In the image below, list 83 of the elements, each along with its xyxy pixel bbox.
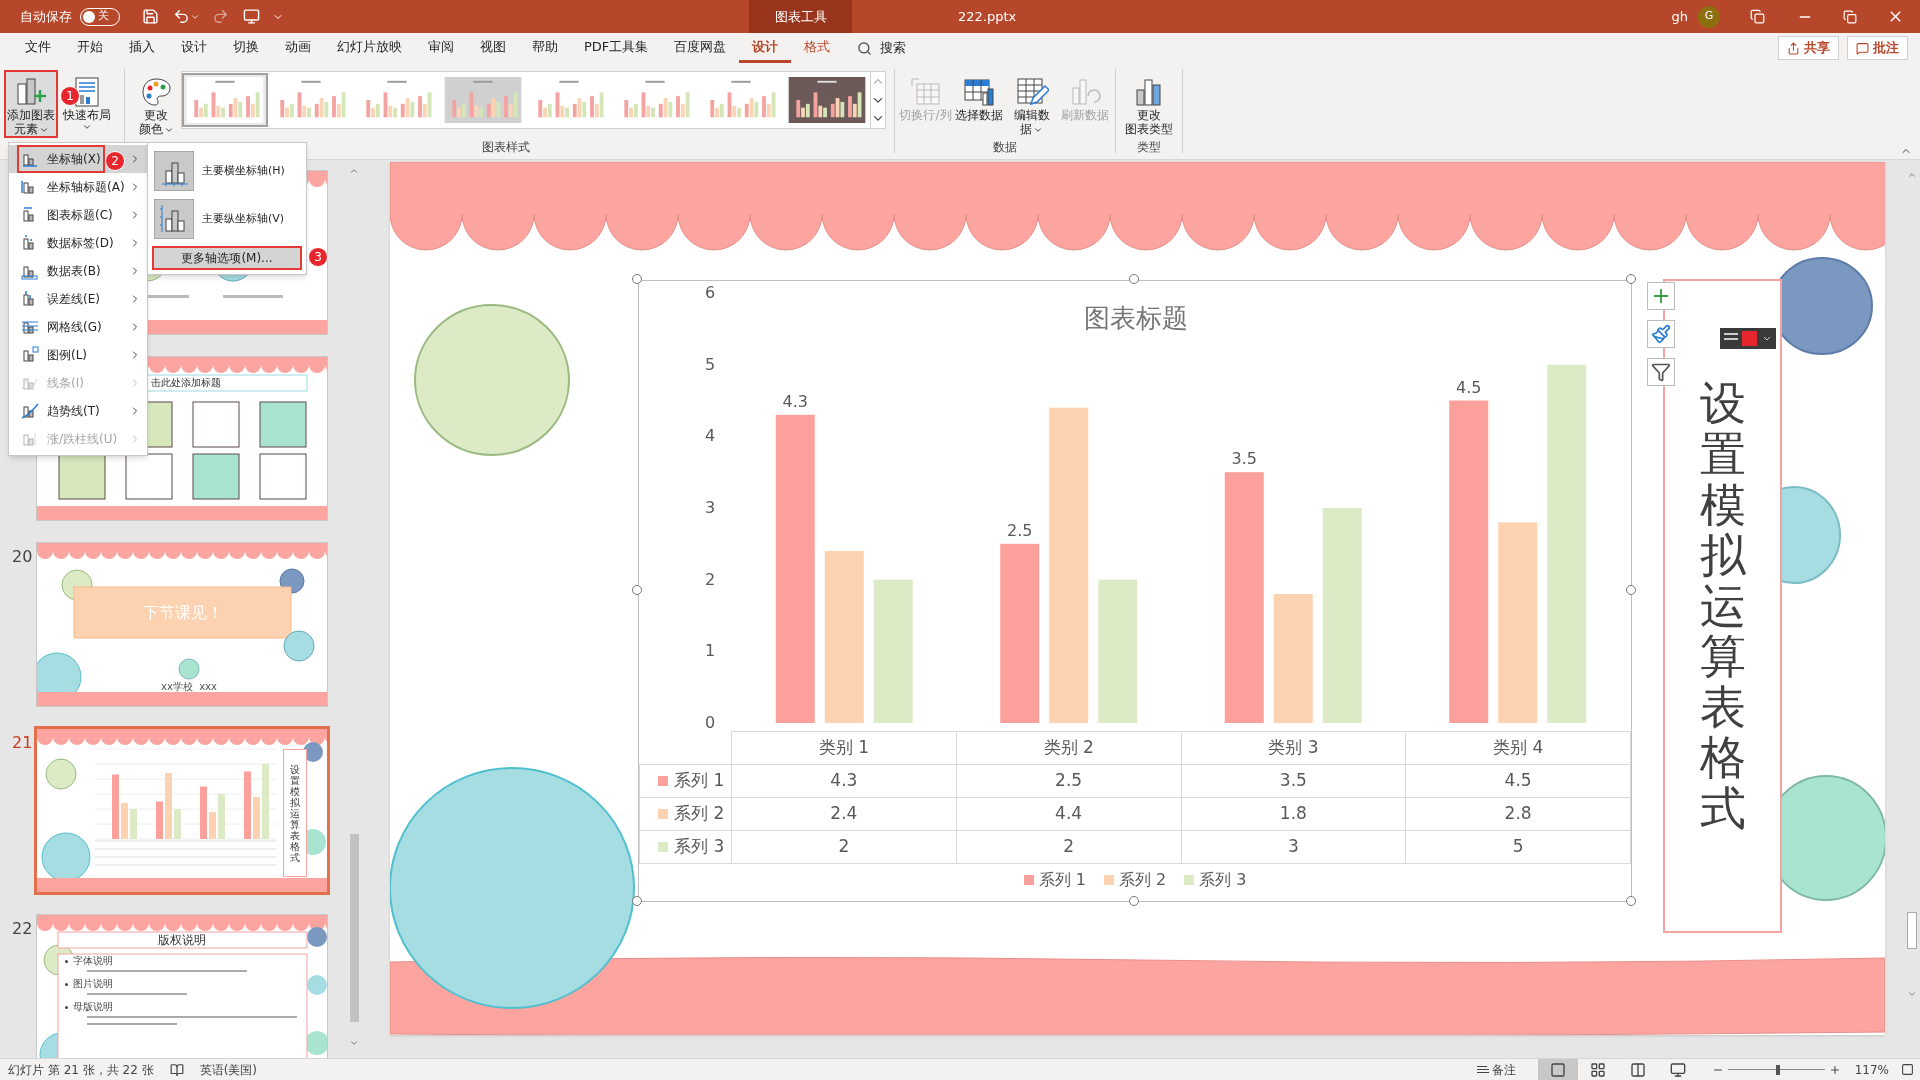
- ribbon-button[interactable]: 编辑数 据: [1005, 70, 1058, 138]
- file-name: 222.pptx: [958, 7, 1017, 26]
- menu-item[interactable]: 坐标轴标题(A): [9, 173, 147, 201]
- ribbon-tab[interactable]: 帮助: [519, 33, 571, 63]
- ribbon-tab[interactable]: 幻灯片放映: [324, 33, 415, 63]
- legend-label: 系列 3: [1199, 869, 1247, 891]
- step-badge: 1: [60, 86, 80, 106]
- group-label: 数据: [992, 139, 1018, 156]
- ribbon-button[interactable]: 更改 颜色: [133, 70, 179, 138]
- bullet-text: 字体说明: [73, 956, 113, 966]
- zoom-level[interactable]: 117%: [1854, 1060, 1889, 1079]
- title-box[interactable]: 设置模拟运算表格式: [1663, 279, 1782, 933]
- axis-tick-label: 0: [704, 713, 716, 732]
- ribbon-tab[interactable]: 视图: [467, 33, 519, 63]
- menu-item[interactable]: 网格线(G): [9, 313, 147, 341]
- ribbon-button[interactable]: 更改 图表类型: [1120, 70, 1178, 138]
- slide-number: 20: [12, 547, 33, 566]
- ribbon-tab[interactable]: PDF工具集: [571, 33, 662, 63]
- ribbon-tab[interactable]: 切换: [220, 33, 272, 63]
- series-label: 系列 2: [674, 802, 725, 826]
- context-tab-header: 图表工具: [749, 0, 852, 33]
- ribbon-tab[interactable]: 审阅: [415, 33, 467, 63]
- ribbon-button[interactable]: 选择数据: [952, 70, 1005, 138]
- series-label: 系列 3: [674, 835, 725, 859]
- language-label[interactable]: 英语(美国): [199, 1060, 257, 1079]
- table-cell: 5: [1405, 830, 1631, 864]
- bullet-text: 图片说明: [73, 979, 113, 989]
- menu-item[interactable]: 主要纵坐标轴(V): [148, 195, 306, 243]
- bullet-text: 母版说明: [73, 1002, 113, 1012]
- menu-item[interactable]: 数据标签(D): [9, 229, 147, 257]
- axis-tick-label: 1: [704, 641, 716, 661]
- user-name: gh: [1671, 7, 1688, 26]
- menu-item[interactable]: 图表标题(C): [9, 201, 147, 229]
- legend-label: 系列 2: [1118, 869, 1167, 891]
- vertical-title: 设置模拟运算表格式: [1699, 378, 1746, 834]
- search-label[interactable]: 搜索: [880, 38, 907, 58]
- data-label: 2.5: [1007, 520, 1033, 540]
- slide-thumbnail[interactable]: 下节课见！ xx学校 xxx: [37, 543, 327, 706]
- axis-tick-label: 2: [704, 569, 716, 589]
- ribbon-tab[interactable]: 动画: [272, 33, 324, 63]
- slide-number: 21: [12, 733, 33, 752]
- slide-number: 22: [12, 919, 33, 938]
- legend-label: 系列 1: [1038, 869, 1086, 891]
- table-header-cell: 类别 4: [1405, 731, 1631, 765]
- chart-area[interactable]: 0 1 2 3 4 5 6 4.3 2.5 3.5 4.5 图表标题 类别 1 类别 2 类别 3 类别 4 系列 1 4.3 2.5 3.5 4.5 系列 2 2.4 4.4 1.8 2.8 系列 3 2 2 3 5 系列 1 系列 2 系列 3: [638, 280, 1632, 902]
- more-options-button[interactable]: 更多轴选项(M)...: [152, 246, 302, 270]
- data-label: 4.3: [782, 391, 808, 411]
- axis-tick-label: 5: [704, 354, 716, 374]
- header-button[interactable]: 共享: [1778, 36, 1839, 60]
- notes-button[interactable]: 备注: [1476, 1060, 1516, 1079]
- header-button[interactable]: 批注: [1847, 36, 1908, 60]
- slide-title: 击此处添加标题: [151, 376, 221, 390]
- ribbon-tab[interactable]: 文件: [12, 33, 64, 63]
- slide-info: 幻灯片 第 21 张，共 22 张: [8, 1061, 154, 1079]
- ribbon-tab[interactable]: 设计: [168, 33, 220, 63]
- ribbon-tab[interactable]: 格式: [791, 33, 844, 63]
- slide-title: 下节课见！: [141, 603, 224, 623]
- axis-tick-label: 3: [704, 498, 716, 517]
- table-header-cell: 类别 1: [731, 731, 957, 765]
- axis-tick-label: 4: [704, 426, 716, 446]
- ribbon-tab[interactable]: 开始: [64, 33, 116, 63]
- slide-thumbnail[interactable]: 设置模拟运算表格式: [37, 729, 327, 892]
- data-label: 4.5: [1456, 377, 1482, 397]
- menu-item[interactable]: 主要横坐标轴(H): [148, 147, 306, 195]
- slide-footer: xx学校 xxx: [139, 681, 239, 692]
- slide-title: 设置模拟运算表格式: [290, 763, 300, 863]
- group-label: 图表样式: [480, 139, 531, 156]
- menu-item[interactable]: 坐标轴(X) 2: [9, 145, 147, 173]
- step-badge: 2: [105, 151, 125, 171]
- menu-item[interactable]: 数据表(B): [9, 257, 147, 285]
- group-label: 类型: [1136, 139, 1162, 156]
- ribbon-tab[interactable]: 百度网盘: [661, 33, 740, 63]
- series-label: 系列 1: [674, 769, 725, 793]
- ribbon-tab[interactable]: 插入: [116, 33, 168, 63]
- autosave-label: 自动保存: [20, 7, 72, 26]
- data-label: 3.5: [1231, 449, 1257, 469]
- avatar[interactable]: G: [1698, 5, 1720, 28]
- axis-tick-label: 6: [704, 283, 716, 302]
- ribbon-button[interactable]: 添加图表 元素: [4, 70, 58, 138]
- slide-thumbnail[interactable]: 版权说明 字体说明 图片说明 母版说明: [37, 915, 327, 1058]
- slide-title: 版权说明: [157, 933, 207, 947]
- chart-title: 图表标题: [1083, 302, 1189, 335]
- menu-item[interactable]: 误差线(E): [9, 285, 147, 313]
